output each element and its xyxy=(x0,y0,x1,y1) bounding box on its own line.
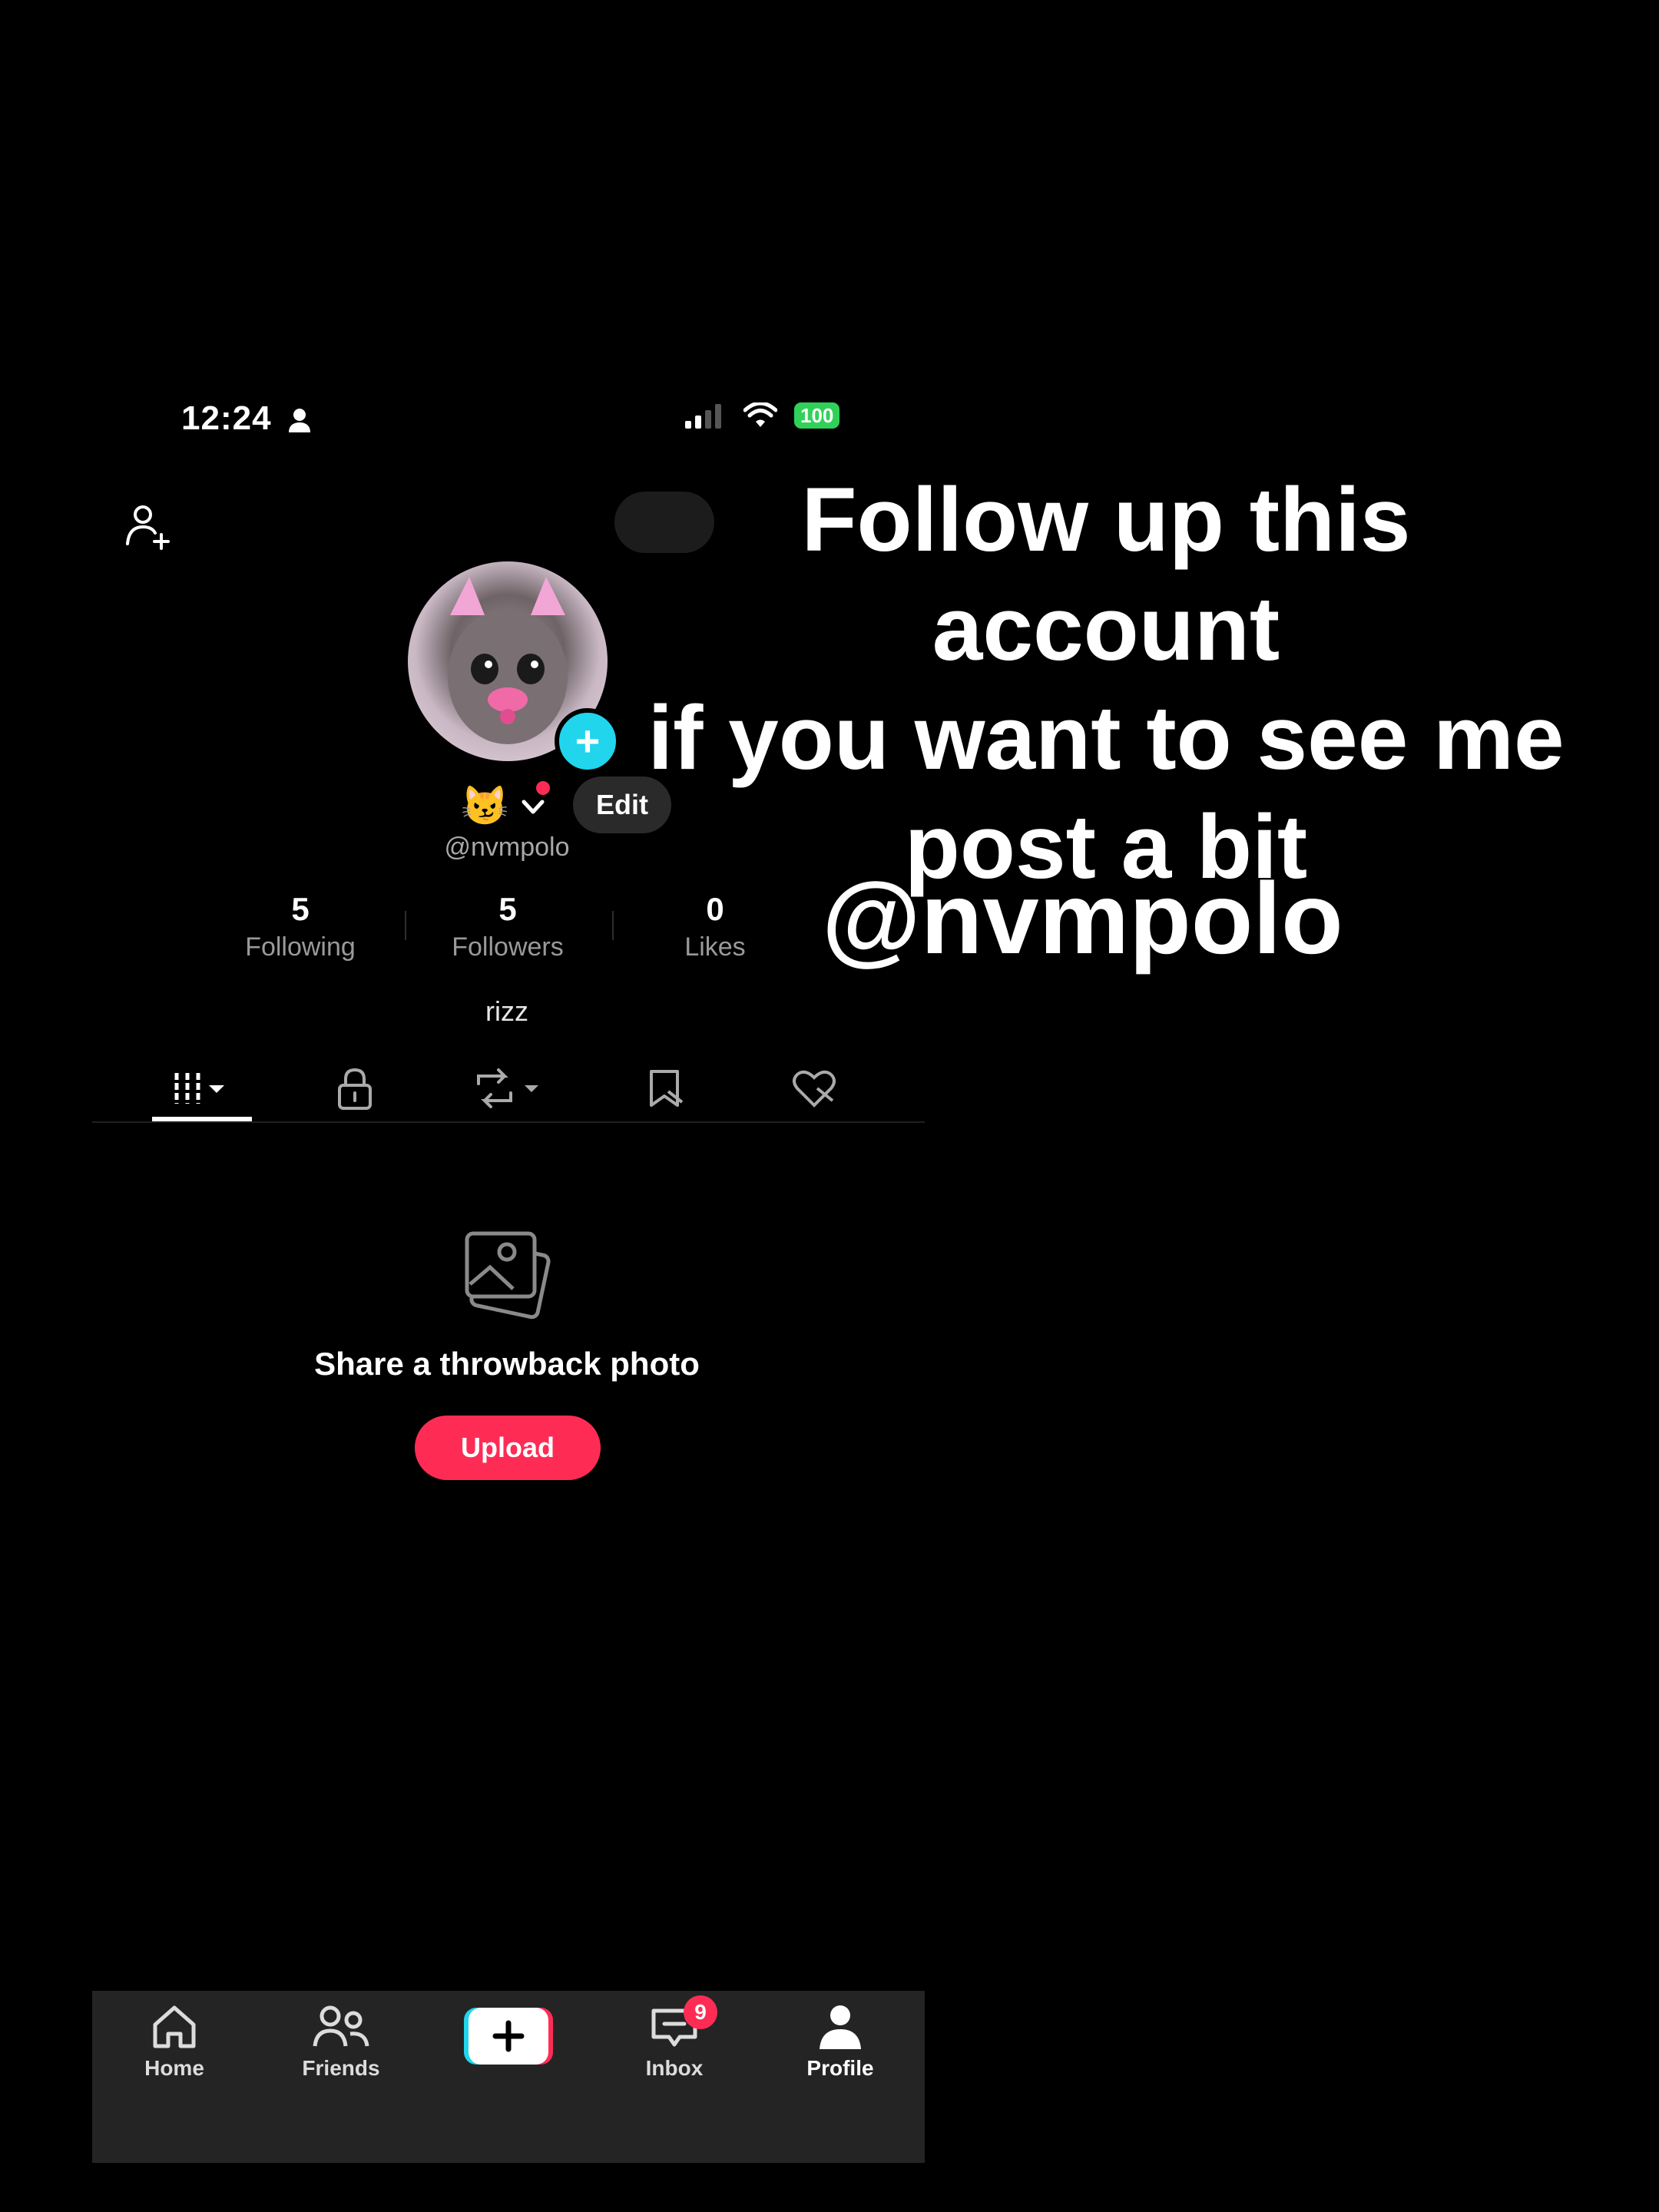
plus-icon: + xyxy=(575,717,601,765)
add-story-button[interactable]: + xyxy=(555,708,621,774)
username-handle: @nvmpolo xyxy=(444,833,570,862)
overlay-handle: @nvmpolo xyxy=(822,862,1343,975)
person-icon xyxy=(288,409,310,433)
nickname-row[interactable]: 😼 xyxy=(461,783,547,829)
create-button[interactable] xyxy=(464,2008,553,2065)
lock-icon xyxy=(338,1068,372,1110)
favorites-icon xyxy=(650,1070,684,1107)
notification-dot xyxy=(536,781,550,795)
profile-icon xyxy=(820,2005,861,2049)
create-plus-icon xyxy=(464,2008,553,2065)
clock-text: 12:24 xyxy=(181,399,272,437)
stat-following[interactable]: 5 Following xyxy=(208,891,392,962)
bio-text: rizz xyxy=(485,995,528,1027)
wifi-icon xyxy=(743,402,777,427)
photo-stack-icon xyxy=(459,1227,555,1326)
stat-label: Following xyxy=(245,932,356,962)
tab-favorites[interactable] xyxy=(627,1054,704,1123)
caption-line: Follow up this account xyxy=(801,469,1411,680)
nav-label: Home xyxy=(144,2056,204,2080)
signal-icon xyxy=(685,404,721,429)
friends-icon xyxy=(313,2005,369,2047)
nav-home[interactable]: Home xyxy=(113,2003,236,2081)
repost-icon xyxy=(477,1068,538,1108)
stat-divider xyxy=(612,911,614,940)
tab-reposts[interactable] xyxy=(465,1054,550,1123)
nav-label: Friends xyxy=(302,2056,380,2080)
battery-indicator: 100 xyxy=(794,402,840,429)
tab-liked[interactable] xyxy=(776,1054,853,1123)
status-time: 12:24 xyxy=(181,399,313,438)
empty-state-title: Share a throwback photo xyxy=(314,1346,700,1382)
add-friend-button[interactable] xyxy=(123,501,174,555)
status-indicators: 100 xyxy=(684,402,840,429)
nickname-emoji: 😼 xyxy=(461,784,509,827)
stat-followers[interactable]: 5 Followers xyxy=(416,891,600,962)
stat-label: Likes xyxy=(684,932,746,962)
chevron-down-icon xyxy=(522,800,545,813)
upload-button[interactable]: Upload xyxy=(415,1416,601,1480)
caption-line: if you want to see me xyxy=(647,687,1565,789)
home-icon xyxy=(153,2005,196,2048)
overlay-caption: Follow up this account if you want to se… xyxy=(630,465,1582,902)
active-tab-indicator xyxy=(152,1117,252,1121)
stat-value: 5 xyxy=(291,891,310,927)
nav-friends[interactable]: Friends xyxy=(280,2003,402,2081)
tab-private[interactable] xyxy=(316,1054,393,1123)
inbox-badge: 9 xyxy=(684,1995,717,2029)
nav-profile[interactable]: Profile xyxy=(779,2003,902,2081)
stat-value: 5 xyxy=(498,891,517,927)
add-person-icon xyxy=(126,505,170,550)
stat-divider xyxy=(405,911,406,940)
nav-label: Inbox xyxy=(645,2056,704,2080)
liked-icon xyxy=(793,1070,836,1108)
nav-inbox[interactable]: Inbox xyxy=(613,2003,736,2081)
videos-icon xyxy=(174,1073,224,1104)
stat-label: Followers xyxy=(452,932,564,962)
nav-label: Profile xyxy=(806,2056,874,2080)
tab-videos[interactable] xyxy=(158,1054,243,1123)
tabs-divider xyxy=(92,1121,925,1123)
